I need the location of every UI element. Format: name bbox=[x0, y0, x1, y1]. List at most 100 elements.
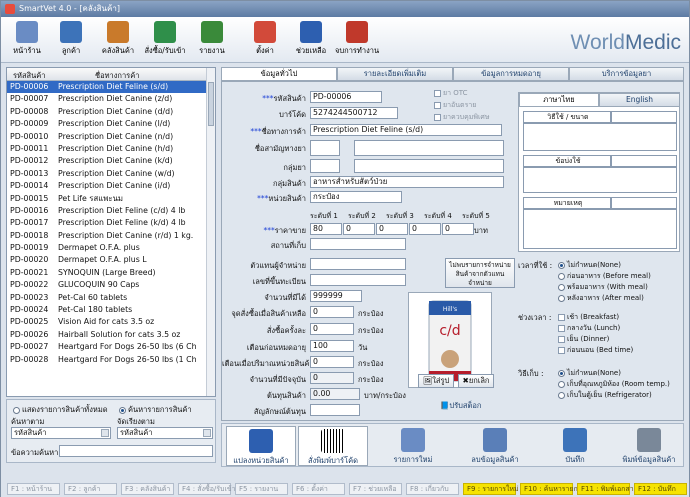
function-key-6[interactable]: F6 : ตั้งค่า bbox=[292, 483, 345, 495]
contraindication-field[interactable] bbox=[611, 155, 677, 167]
stock-field[interactable]: 999999 bbox=[310, 290, 362, 302]
table-row[interactable]: PD-00011 Prescription Diet Canine (h/d) bbox=[7, 143, 207, 155]
code-field[interactable]: PD-00006 bbox=[310, 91, 382, 103]
toolbar-button-2[interactable]: คลังสินค้า bbox=[96, 20, 140, 62]
table-row[interactable]: PD-00010 Prescription Diet Canine (n/d) bbox=[7, 131, 207, 143]
table-row[interactable]: PD-00027 Heartgard For Dogs 26-50 lbs (6 … bbox=[7, 341, 207, 353]
table-row[interactable]: PD-00008 Prescription Diet Canine (d/d) bbox=[7, 106, 207, 118]
radio-option[interactable]: เก็บที่อุณหภูมิห้อง (Room temp.) bbox=[558, 379, 670, 390]
table-row[interactable]: PD-00019 Dermapet O.F.A. plus bbox=[7, 242, 207, 254]
list-scrollbar[interactable] bbox=[206, 68, 215, 396]
show-all-radio[interactable]: แสดงรายการสินค้าทั้งหมด bbox=[13, 404, 108, 416]
table-row[interactable]: PD-00017 Prescription Diet Feline (k/d) 4… bbox=[7, 217, 207, 229]
function-key-1[interactable]: F1 : หน้าร้าน bbox=[7, 483, 60, 495]
price-field[interactable]: 80 bbox=[310, 223, 342, 235]
tab-thai[interactable]: ภาษาไทย bbox=[519, 93, 599, 107]
drug-group-field-2[interactable] bbox=[354, 159, 504, 173]
table-row[interactable]: PD-00028 Heartgard For Dogs 26-50 lbs (1 … bbox=[7, 354, 207, 366]
sort-by-select[interactable]: รหัสสินค้า bbox=[117, 427, 213, 439]
distributor-select[interactable] bbox=[310, 258, 406, 270]
function-key-11[interactable]: F11 : พิมพ์เอกสาร bbox=[577, 483, 637, 495]
search-items-radio[interactable]: ค้นหารายการสินค้า bbox=[119, 404, 192, 416]
table-row[interactable]: PD-00015 Pet Life รสแพะนม bbox=[7, 193, 207, 205]
expiry-alert-field[interactable]: 100 bbox=[310, 340, 354, 352]
table-row[interactable]: PD-00006 Prescription Diet Feline (s/d) bbox=[7, 81, 207, 94]
table-row[interactable]: PD-00016 Prescription Diet Feline (c/d) 4… bbox=[7, 205, 207, 217]
scrollbar-thumb[interactable] bbox=[208, 82, 214, 126]
check-option[interactable]: เย็น (Dinner) bbox=[558, 334, 609, 345]
table-row[interactable]: PD-00021 SYNOQUIN (Large Breed) bbox=[7, 267, 207, 279]
toolbar-button-7[interactable]: จบการทำงาน bbox=[335, 20, 379, 62]
note-field[interactable] bbox=[611, 197, 677, 209]
controlled-checkbox[interactable]: ยาควบคุมพิเศษ bbox=[434, 112, 489, 123]
action-button-2[interactable]: รายการใหม่ bbox=[378, 426, 448, 466]
distributor-note-button[interactable]: ไม่พบรายการจำหน่ายสินค้าจากตัวแทนจำหน่าย bbox=[445, 258, 515, 288]
function-key-2[interactable]: F2 : ลูกค้า bbox=[64, 483, 117, 495]
check-option[interactable]: เช้า (Breakfast) bbox=[558, 312, 619, 323]
price-field[interactable]: 0 bbox=[409, 223, 441, 235]
function-key-10[interactable]: F10 : ค้นหารายการ bbox=[520, 483, 585, 495]
tab-details[interactable]: รายละเอียดเพิ่มเติม bbox=[337, 67, 453, 81]
tab-general[interactable]: ข้อมูลทั่วไป bbox=[221, 67, 337, 81]
location-field[interactable] bbox=[310, 238, 406, 250]
generic-name-field[interactable] bbox=[310, 140, 340, 156]
reg-no-field[interactable] bbox=[310, 274, 406, 286]
toolbar-button-3[interactable]: สั่งซื้อ/รับเข้า bbox=[143, 20, 187, 62]
check-option[interactable]: กลางวัน (Lunch) bbox=[558, 323, 620, 334]
product-list[interactable]: รหัสสินค้า ชื่อทางการค้า PD-00006 Prescri… bbox=[6, 67, 216, 397]
table-row[interactable]: PD-00018 Prescription Diet Canine (r/d) 1… bbox=[7, 230, 207, 242]
action-button-4[interactable]: บันทึก bbox=[540, 426, 610, 466]
order-qty-field[interactable]: 0 bbox=[310, 323, 354, 335]
radio-option[interactable]: เก็บในตู้เย็น (Refrigerator) bbox=[558, 390, 652, 401]
table-row[interactable]: PD-00013 Prescription Diet Canine (w/d) bbox=[7, 168, 207, 180]
table-row[interactable]: PD-00024 Pet-Cal 180 tablets bbox=[7, 304, 207, 316]
function-key-3[interactable]: F3 : คลังสินค้า bbox=[121, 483, 174, 495]
drug-group-field[interactable] bbox=[310, 159, 340, 173]
radio-option[interactable]: ก่อนอาหาร (Before meal) bbox=[558, 271, 651, 282]
barcode-field[interactable]: 5274244500712 bbox=[310, 107, 398, 119]
toolbar-button-1[interactable]: ลูกค้า bbox=[49, 20, 93, 62]
table-row[interactable]: PD-00007 Prescription Diet Canine (z/d) bbox=[7, 93, 207, 105]
low-stock-field[interactable]: 0 bbox=[310, 356, 354, 368]
tab-english[interactable]: English bbox=[599, 93, 680, 107]
radio-option[interactable]: หลังอาหาร (After meal) bbox=[558, 293, 644, 304]
function-key-5[interactable]: F5 : รายงาน bbox=[235, 483, 288, 495]
radio-option[interactable]: พร้อมอาหาร (With meal) bbox=[558, 282, 648, 293]
cost-symbol-field[interactable] bbox=[310, 404, 360, 416]
add-image-button[interactable]: 🖼ใส่รูป bbox=[418, 374, 454, 388]
unit-select[interactable]: กระป๋อง bbox=[310, 191, 402, 203]
table-row[interactable]: PD-00009 Prescription Diet Canine (l/d) bbox=[7, 118, 207, 130]
function-key-9[interactable]: F9 : รายการใหม่ bbox=[463, 483, 519, 495]
price-field[interactable]: 0 bbox=[376, 223, 408, 235]
table-row[interactable]: PD-00020 Dermapet O.F.A. plus L bbox=[7, 254, 207, 266]
otc-checkbox[interactable]: ยา OTC bbox=[434, 88, 468, 99]
generic-name-field-2[interactable] bbox=[354, 140, 504, 156]
radio-option[interactable]: ไม่กำหนด(None) bbox=[558, 260, 621, 271]
adjust-stock-link[interactable]: 📘ปรับสต็อก bbox=[440, 400, 481, 412]
check-option[interactable]: ก่อนนอน (Bed time) bbox=[558, 345, 633, 356]
function-key-4[interactable]: F4 : สั่งซื้อ/รับเข้า bbox=[178, 483, 236, 495]
action-button-0[interactable]: แปลงหน่วยสินค้า bbox=[226, 426, 296, 466]
trade-name-field[interactable]: Prescription Diet Feline (s/d) bbox=[310, 124, 502, 136]
tab-drug-info[interactable]: บริการข้อมูลยา bbox=[569, 67, 684, 81]
reorder-field[interactable]: 0 bbox=[310, 306, 354, 318]
radio-option[interactable]: ไม่กำหนด(None) bbox=[558, 368, 621, 379]
price-field[interactable]: 0 bbox=[343, 223, 375, 235]
dangerous-checkbox[interactable]: ยาอันตราย bbox=[434, 100, 476, 111]
indication-field[interactable] bbox=[611, 111, 677, 123]
note-text[interactable] bbox=[523, 209, 677, 249]
contraindication-text[interactable] bbox=[523, 167, 677, 193]
action-button-5[interactable]: พิมพ์ข้อมูลสินค้า bbox=[614, 426, 684, 466]
action-button-1[interactable]: สั่งพิมพ์บาร์โค้ด bbox=[298, 426, 368, 466]
function-key-12[interactable]: F12 : บันทึก bbox=[634, 483, 687, 495]
table-row[interactable]: PD-00022 GLUCOQUIN 90 Caps bbox=[7, 279, 207, 291]
table-row[interactable]: PD-00026 Hairball Solution for cats 3.5 o… bbox=[7, 329, 207, 341]
table-row[interactable]: PD-00014 Prescription Diet Canine (i/d) bbox=[7, 180, 207, 192]
toolbar-button-4[interactable]: รายงาน bbox=[190, 20, 234, 62]
function-key-8[interactable]: F8 : เกี่ยวกับ bbox=[406, 483, 459, 495]
search-by-select[interactable]: รหัสสินค้า bbox=[11, 427, 111, 439]
action-button-3[interactable]: ลบข้อมูลสินค้า bbox=[460, 426, 530, 466]
tab-expiry[interactable]: ข้อมูลการหมดอายุ bbox=[453, 67, 569, 81]
function-key-7[interactable]: F7 : ช่วยเหลือ bbox=[349, 483, 402, 495]
toolbar-button-5[interactable]: ตั้งค่า bbox=[243, 20, 287, 62]
